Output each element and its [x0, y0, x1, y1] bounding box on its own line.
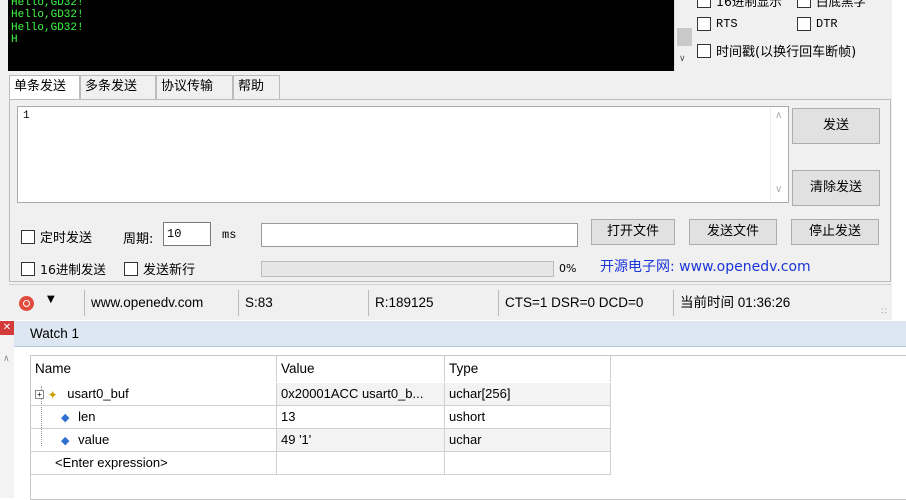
checkbox[interactable]	[697, 0, 711, 8]
stop-send-button[interactable]: 停止发送	[791, 219, 879, 245]
value-cell[interactable]: 49 '1'	[277, 429, 445, 452]
send-textarea[interactable]: 1 ∧ ∨	[17, 106, 789, 203]
name-cell: + ✦ usart0_buf	[31, 383, 277, 406]
clear-send-button[interactable]: 清除发送	[792, 170, 880, 206]
send-panel: 1 ∧ ∨ 发送 清除发送 定时发送 周期: 10 ms 打开文件 发送文件 停…	[9, 99, 891, 282]
column-header-type[interactable]: Type	[445, 356, 611, 382]
checkbox[interactable]	[21, 229, 35, 244]
checkbox[interactable]	[797, 0, 811, 8]
watch-title-bar: Watch 1	[14, 321, 906, 347]
tab-multi-send[interactable]: 多条发送	[80, 75, 156, 99]
timed-send-option[interactable]: 定时发送	[21, 227, 92, 246]
tab-help[interactable]: 帮助	[233, 75, 280, 99]
watch-table: Name Value Type + ✦ usart0_buf 0x20001AC…	[30, 355, 906, 500]
timestamp-option[interactable]: 时间戳(以换行回车断帧)	[697, 41, 856, 60]
period-label: 周期:	[123, 232, 154, 247]
chevron-down-icon[interactable]: ∨	[775, 184, 782, 195]
send-newline-option[interactable]: 发送新行	[124, 259, 195, 278]
variable-icon: ◆	[61, 435, 70, 447]
scroll-thumb[interactable]	[677, 28, 692, 46]
status-time: 当前时间 01:36:26	[673, 290, 873, 316]
period-input[interactable]: 10	[163, 222, 211, 246]
status-sent: S:83	[238, 290, 350, 316]
variable-icon: ◆	[61, 412, 70, 424]
checkbox[interactable]	[697, 17, 711, 31]
name-cell: ◆ value	[31, 429, 277, 452]
status-url: www.openedv.com	[84, 290, 238, 316]
expand-icon[interactable]: +	[35, 390, 44, 400]
send-file-button[interactable]: 发送文件	[689, 219, 777, 245]
watch-window: ✕ ∧ Watch 1 Name Value Type + ✦ usart0_b…	[0, 321, 906, 500]
enter-expression-cell[interactable]: <Enter expression>	[31, 452, 277, 475]
value-cell[interactable]: 13	[277, 406, 445, 429]
progress-bar	[261, 261, 554, 277]
terminal-output: Hello,GD32! Hello,GD32! Hello,GD32! H	[11, 0, 84, 46]
status-lines: CTS=1 DSR=0 DCD=0	[498, 290, 673, 316]
struct-icon: ✦	[47, 387, 58, 402]
watch-title: Watch 1	[30, 326, 80, 341]
website-link[interactable]: 开源电子网: www.openedv.com	[600, 256, 811, 276]
send-button[interactable]: 发送	[792, 108, 880, 144]
white-bg-option[interactable]: 白底黑字	[797, 0, 866, 10]
resize-grip-icon[interactable]: ∷	[881, 307, 887, 317]
hex-send-option[interactable]: 16进制发送	[21, 259, 106, 278]
column-header-value[interactable]: Value	[277, 356, 445, 382]
send-scrollbar[interactable]: ∧ ∨	[770, 107, 788, 202]
terminal-scrollbar[interactable]: ∨	[674, 0, 694, 71]
type-cell	[445, 452, 611, 475]
rts-option[interactable]: RTS	[697, 17, 738, 31]
record-icon[interactable]	[19, 296, 34, 311]
tab-protocol[interactable]: 协议传输	[156, 75, 233, 99]
checkbox[interactable]	[21, 261, 35, 276]
name-cell: ◆ len	[31, 406, 277, 429]
dropdown-arrow-icon[interactable]: ▼	[47, 294, 55, 305]
value-cell[interactable]: 0x20001ACC usart0_b...	[277, 383, 445, 406]
serial-assistant-window: Hello,GD32! Hello,GD32! Hello,GD32! H ∨ 16进…	[0, 0, 892, 320]
dtr-option[interactable]: DTR	[797, 17, 838, 31]
hex-display-option[interactable]: 16进制显示	[697, 0, 782, 10]
period-unit: ms	[222, 228, 237, 242]
type-cell: uchar[256]	[445, 383, 611, 406]
open-file-button[interactable]: 打开文件	[591, 219, 675, 245]
value-cell[interactable]	[277, 452, 445, 475]
progress-text: 0%	[559, 262, 577, 275]
type-cell: uchar	[445, 429, 611, 452]
file-path-input[interactable]	[261, 223, 578, 247]
checkbox[interactable]	[797, 17, 811, 31]
checkbox[interactable]	[124, 261, 138, 276]
type-cell: ushort	[445, 406, 611, 429]
status-bar: ▼ www.openedv.com S:83 R:189125 CTS=1 DS…	[9, 284, 891, 320]
chevron-up-icon[interactable]: ∧	[3, 353, 10, 364]
column-header-name[interactable]: Name	[31, 356, 277, 382]
chevron-down-icon[interactable]: ∨	[679, 54, 686, 64]
checkbox[interactable]	[697, 43, 711, 58]
tab-single-send[interactable]: 单条发送	[9, 75, 80, 100]
close-icon[interactable]: ✕	[0, 321, 14, 335]
status-received: R:189125	[368, 290, 498, 316]
watch-left-gutter: ∧	[0, 335, 14, 498]
receive-terminal[interactable]: Hello,GD32! Hello,GD32! Hello,GD32! H ∨	[8, 0, 694, 71]
chevron-up-icon[interactable]: ∧	[775, 110, 782, 121]
